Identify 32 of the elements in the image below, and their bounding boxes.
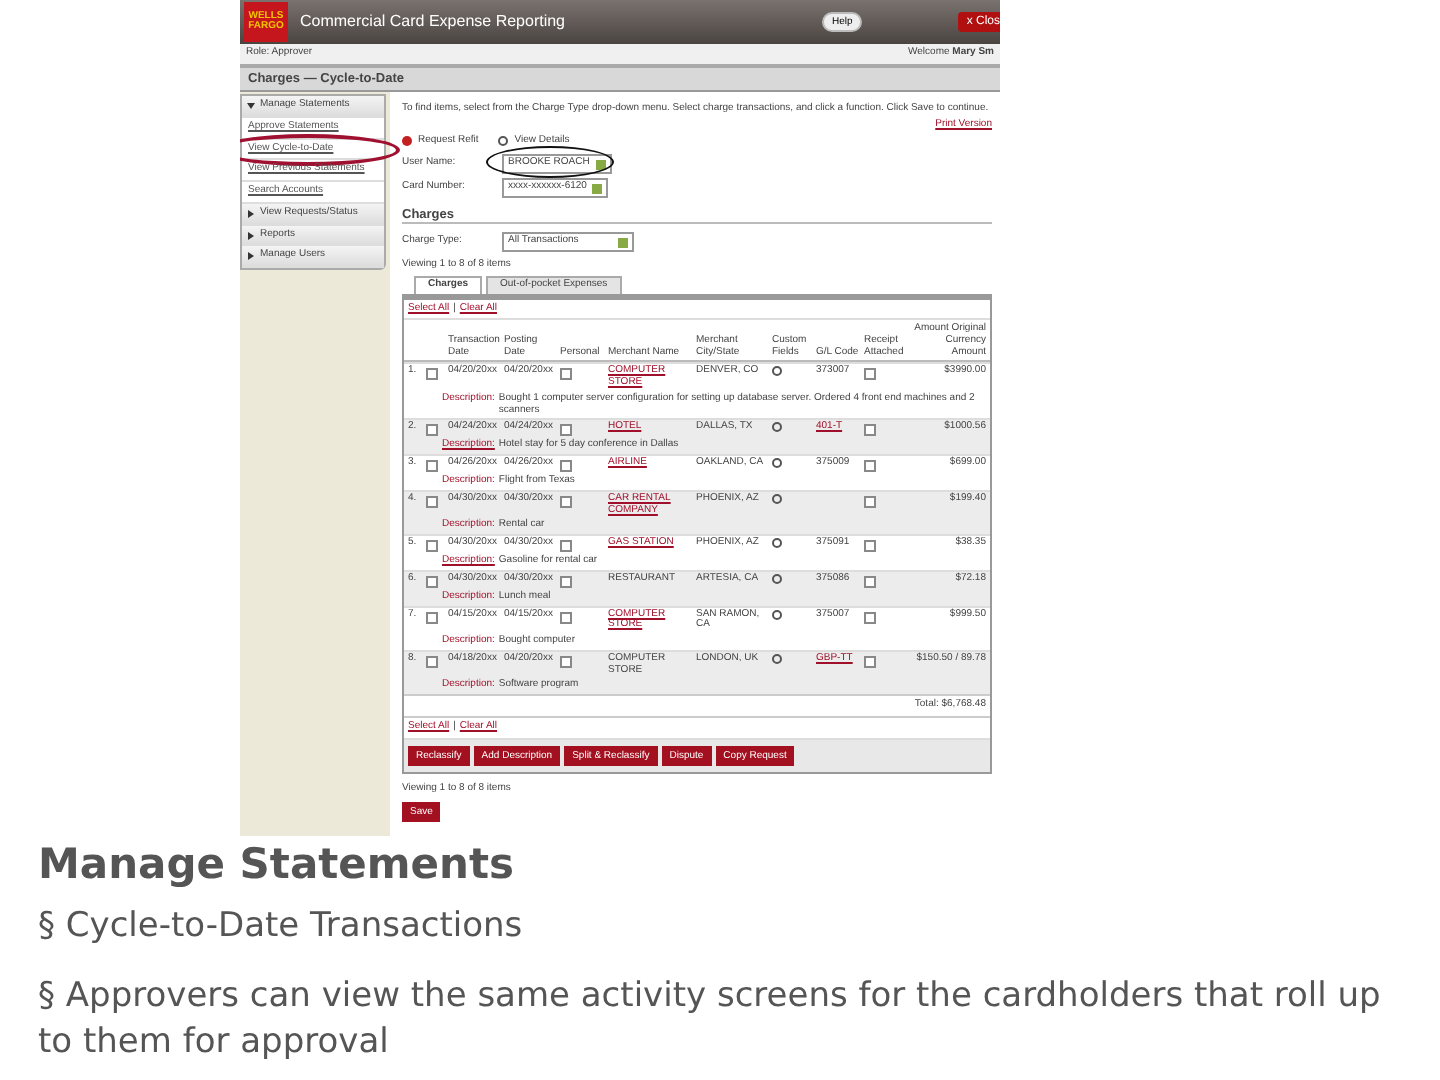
checkbox[interactable] bbox=[426, 655, 438, 668]
personal-checkbox[interactable] bbox=[560, 611, 572, 624]
dropdown-icon bbox=[618, 237, 628, 248]
checkbox[interactable] bbox=[426, 540, 438, 553]
personal-checkbox[interactable] bbox=[560, 655, 572, 668]
receipt-checkbox[interactable] bbox=[864, 495, 876, 508]
personal-checkbox[interactable] bbox=[560, 540, 572, 553]
receipt-checkbox[interactable] bbox=[864, 540, 876, 553]
bullet-text: § Cycle-to-Date Transactions bbox=[38, 904, 525, 950]
receipt-checkbox[interactable] bbox=[864, 424, 876, 437]
checkbox[interactable] bbox=[426, 611, 438, 624]
receipt-checkbox[interactable] bbox=[864, 368, 876, 381]
personal-checkbox[interactable] bbox=[560, 424, 572, 437]
receipt-checkbox[interactable] bbox=[864, 575, 876, 588]
checkbox[interactable] bbox=[426, 495, 438, 508]
slide-title: Manage Statements bbox=[38, 840, 517, 888]
dropdown-icon bbox=[595, 159, 606, 170]
receipt-checkbox[interactable] bbox=[864, 611, 876, 624]
receipt-checkbox[interactable] bbox=[864, 655, 876, 668]
checkbox[interactable] bbox=[426, 424, 438, 437]
checkbox[interactable] bbox=[426, 368, 438, 381]
checkbox[interactable] bbox=[426, 575, 438, 588]
bullet-text: § Approvers can view the same activity screens for the cardholders that roll up to them for approval bbox=[38, 973, 1383, 1066]
personal-checkbox[interactable] bbox=[560, 368, 572, 381]
app-title: Commercial Card Expense Reporting bbox=[300, 12, 567, 32]
personal-checkbox[interactable] bbox=[560, 460, 572, 473]
checkbox[interactable] bbox=[426, 460, 438, 473]
receipt-checkbox[interactable] bbox=[864, 460, 876, 473]
refit-icon bbox=[402, 136, 412, 147]
dropdown-icon bbox=[592, 183, 603, 194]
personal-checkbox[interactable] bbox=[560, 575, 572, 588]
personal-checkbox[interactable] bbox=[560, 495, 572, 508]
